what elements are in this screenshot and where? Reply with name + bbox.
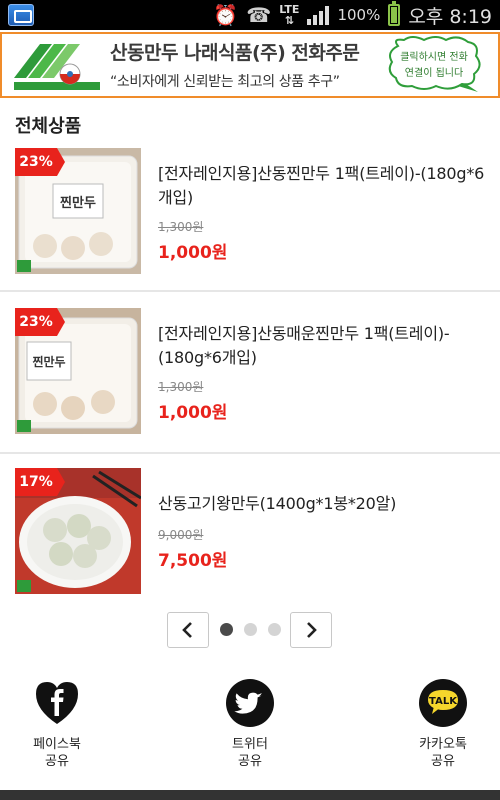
pagination [0,610,500,650]
original-price: 9,000원 [158,528,204,542]
chevron-left-icon [182,622,192,638]
product-thumbnail[interactable]: 찐만두 23% [15,148,141,274]
bubble-line1: 클릭하시면 전화 [400,50,468,63]
divider [0,290,500,292]
product-item[interactable]: 17% 산동고기왕만두(1400g*1봉*20알) 9,000원 7,500원 [0,460,500,620]
status-bar: ⏰ ☎ LTE ⇅ 100% 오후 8:19 [0,0,500,30]
chevron-right-icon [307,622,317,638]
battery-percent: 100% [337,6,381,24]
banner-title: 산동만두 나래식품(주) 전화주문 [110,42,360,64]
discount-badge: 23% [15,148,65,176]
original-price: 1,300원 [158,380,204,394]
next-page-button[interactable] [290,612,332,648]
bubble-line2: 연결이 됩니다 [405,66,463,79]
sale-price: 1,000원 [158,403,228,423]
share-label-line1: 페이스북 [33,737,81,752]
screen-capture-app-icon [8,4,34,26]
call-bubble-icon: 클릭하시면 전화 연결이 됩니다 [388,36,481,92]
product-name[interactable]: [전자레인지용]산동찐만두 1팩(트레이)-(180g*6개입) [158,162,488,210]
alarm-icon: ⏰ [213,3,239,27]
page-dot[interactable] [244,623,257,636]
package-label: 찐만두 [60,195,96,211]
battery-icon [388,1,401,26]
share-label-line2: 공유 [238,754,262,769]
network-type: LTE ⇅ [279,4,299,26]
product-name[interactable]: 산동고기왕만두(1400g*1봉*20알) [158,492,488,516]
share-label-line2: 공유 [431,754,455,769]
share-label-line2: 공유 [45,754,69,769]
banner-subtitle: “소비자에게 신뢰받는 최고의 상품 추구” [110,74,340,90]
product-name[interactable]: [전자레인지용]산동매운찐만두 1팩(트레이)-(180g*6개입) [158,322,488,370]
bottom-bar [0,790,500,800]
share-kakaotalk-button[interactable]: TALK 카카오톡 공유 [388,678,498,770]
sale-price: 7,500원 [158,551,228,571]
kakaotalk-icon-text: TALK [429,696,458,707]
app-screen: ⏰ ☎ LTE ⇅ 100% 오후 8:19 산동만두 나래식품(주) 전화주문… [0,0,500,800]
page-dot[interactable] [268,623,281,636]
page-dot[interactable] [220,623,233,636]
share-twitter-button[interactable]: 트위터 공유 [195,678,305,770]
section-title: 전체상품 [15,116,82,137]
product-item[interactable]: 찐만두 23% [전자레인지용]산동매운찐만두 1팩(트레이)-(180g*6개… [0,300,500,460]
divider [0,452,500,454]
discount-badge: 17% [15,468,65,496]
data-arrows-icon: ⇅ [284,14,294,27]
prev-page-button[interactable] [167,612,209,648]
sale-price: 1,000원 [158,243,228,263]
share-label-line1: 트위터 [232,737,268,752]
clock: 오후 8:19 [408,5,492,28]
discount-badge: 23% [15,308,65,336]
product-thumbnail[interactable]: 찐만두 23% [15,308,141,434]
share-label-line1: 카카오톡 [419,737,467,752]
product-item[interactable]: 찐만두 23% [전자레인지용]산동찐만두 1팩(트레이)-(180g*6개입)… [0,140,500,300]
twitter-icon [226,679,274,727]
package-label: 찐만두 [32,354,65,369]
share-facebook-button[interactable]: 페이스북 공유 [2,678,112,770]
sandong-logo-icon [12,38,102,92]
kakaotalk-icon: TALK [419,679,467,727]
product-thumbnail[interactable]: 17% [15,468,141,594]
facebook-icon [36,682,78,724]
signal-strength-icon [307,5,330,25]
phone-order-banner[interactable]: 산동만두 나래식품(주) 전화주문 “소비자에게 신뢰받는 최고의 상품 추구”… [0,32,500,98]
original-price: 1,300원 [158,220,204,234]
voicemail-icon: ☎ [246,3,272,27]
